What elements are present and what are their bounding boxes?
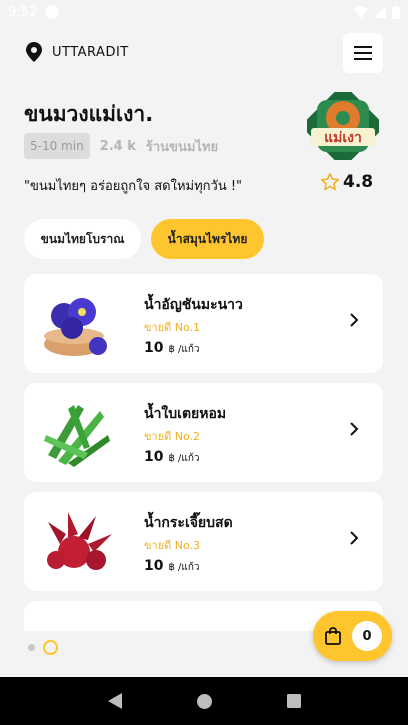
chevron-right-icon (350, 313, 359, 327)
roselle-image (47, 512, 112, 570)
price-unit: ฿ /แก้ว (168, 562, 200, 573)
delivery-time-chip: 5-10 min (24, 133, 90, 159)
butterfly-pea-image (44, 298, 107, 356)
status-time: 9:52 (8, 4, 38, 20)
store-logo: แม่เงา (307, 92, 379, 160)
product-card[interactable]: น้ำใบเตยหอม ขายดี No.2 10 ฿ /แก้ว (24, 383, 383, 482)
product-price: 10 ฿ /แก้ว (144, 558, 200, 575)
pandan-leaf-image (44, 405, 110, 467)
hamburger-icon (354, 46, 372, 60)
price-value: 10 (144, 558, 164, 574)
page-dot-inactive (28, 644, 35, 651)
category-tabs: ขนมไทยโบราณ น้ำสมุนไพรไทย (24, 219, 264, 259)
store-category: ร้านขนมไทย (145, 139, 219, 155)
system-nav-bar (0, 677, 408, 725)
rating-value: 4.8 (343, 172, 374, 192)
price-unit: ฿ /แก้ว (168, 453, 200, 464)
price-value: 10 (144, 340, 164, 356)
back-icon[interactable] (107, 693, 122, 709)
star-icon (320, 172, 340, 191)
svg-text:แม่เงา: แม่เงา (324, 130, 362, 146)
chevron-right-icon (350, 422, 359, 436)
notification-icon (45, 5, 60, 19)
product-name: น้ำอัญชันมะนาว (144, 297, 243, 313)
product-price: 10 ฿ /แก้ว (144, 449, 200, 466)
store-meta: 5-10 min 2.4 k ร้านขนมไทย (24, 133, 218, 159)
product-rank: ขายดี No.2 (144, 430, 201, 443)
price-unit: ฿ /แก้ว (168, 344, 200, 355)
page-indicator (28, 640, 58, 655)
store-name: ขนมวงแม่เงา. (24, 102, 154, 126)
home-icon[interactable] (196, 693, 212, 709)
product-card[interactable]: น้ำกระเจี๊ยบสด ขายดี No.3 10 ฿ /แก้ว (24, 492, 383, 591)
page-dot-active (43, 640, 58, 655)
product-rank: ขายดี No.1 (144, 321, 201, 334)
shopping-bag-icon (325, 627, 341, 645)
signal-icon (374, 6, 386, 18)
store-rating: 4.8 (320, 172, 373, 192)
product-price: 10 ฿ /แก้ว (144, 340, 200, 357)
recents-icon[interactable] (286, 694, 301, 708)
product-card[interactable]: น้ำอัญชันมะนาว ขายดี No.1 10 ฿ /แก้ว (24, 274, 383, 373)
store-distance: 2.4 k (99, 138, 136, 154)
chevron-right-icon (350, 531, 359, 545)
product-rank: ขายดี No.3 (144, 539, 201, 552)
location-label: UTTARADIT (52, 44, 129, 60)
product-name: น้ำกระเจี๊ยบสด (144, 515, 233, 531)
tab-thai-desserts[interactable]: ขนมไทยโบราณ (24, 219, 141, 259)
menu-button[interactable] (343, 33, 383, 73)
battery-icon (392, 5, 400, 19)
status-bar: 9:52 (0, 0, 408, 24)
cart-button[interactable]: 0 (313, 611, 392, 661)
wifi-icon (354, 6, 368, 18)
tab-herbal-drinks[interactable]: น้ำสมุนไพรไทย (151, 219, 264, 259)
price-value: 10 (144, 449, 164, 465)
location-selector[interactable]: UTTARADIT (26, 42, 129, 62)
store-tagline: "ขนมไทยๆ อร่อยถูกใจ สดใหม่ทุกวัน !" (24, 179, 243, 194)
location-pin-icon (26, 42, 42, 62)
cart-count: 0 (352, 621, 382, 651)
product-name: น้ำใบเตยหอม (144, 406, 227, 422)
